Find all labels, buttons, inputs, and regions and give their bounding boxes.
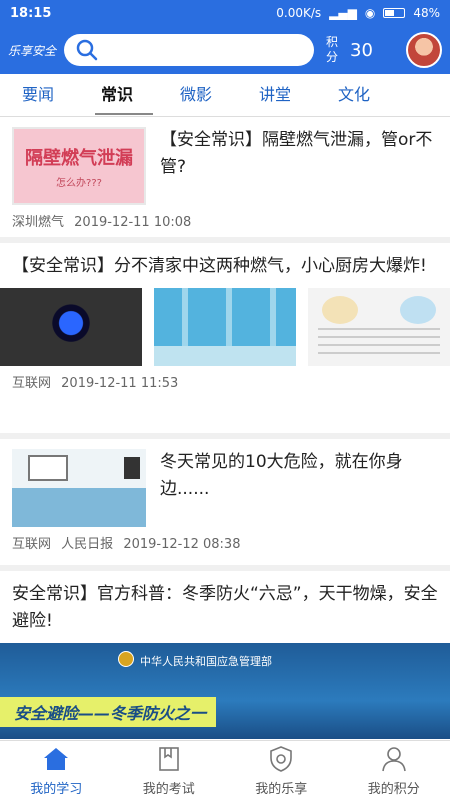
app-logo: 乐享安全 — [8, 43, 57, 58]
article-source-2: 人民日报 — [61, 537, 114, 552]
article-source: 互联网 — [12, 537, 52, 552]
banner-org: 中华人民共和国应急管理部 — [140, 655, 272, 668]
nav-label: 我的乐享 — [255, 782, 308, 797]
article-meta: 互联网 2019-12-11 11:53 — [12, 372, 438, 391]
article-title: 【安全常识】隔壁燃气泄漏，管or不管? — [160, 130, 433, 177]
battery-percent: 48% — [413, 6, 440, 20]
home-icon — [44, 748, 69, 770]
tab-knowledge[interactable]: 常识 — [95, 81, 180, 115]
nav-my-share[interactable]: 我的乐享 — [225, 741, 338, 800]
tab-micro-video[interactable]: 微影 — [180, 81, 259, 109]
gas-comparison-image — [308, 288, 450, 366]
bottom-nav: 我的学习 我的考试 我的乐享 我的积分 — [0, 740, 450, 800]
nav-my-exam[interactable]: 我的考试 — [113, 741, 226, 800]
points-label: 积分 — [326, 35, 339, 64]
article-time: 2019-12-11 10:08 — [74, 215, 192, 230]
article-thumbnail: 隔壁燃气泄漏 怎么办??? — [12, 127, 146, 205]
points-value: 30 — [350, 39, 373, 61]
search-bar[interactable] — [64, 34, 314, 66]
article-title: 冬天常见的10大危险，就在你身边...... — [160, 452, 403, 499]
emblem-icon — [118, 651, 134, 667]
article-banner: 中华人民共和国应急管理部 安全避险——冬季防火之一 — [0, 643, 450, 739]
article-time: 2019-12-11 11:53 — [61, 376, 179, 391]
network-speed: 0.00K/s — [276, 6, 322, 20]
battery-icon — [383, 8, 406, 18]
top-bar: 乐享安全 积分 30 — [0, 26, 450, 74]
article-time: 2019-12-12 08:38 — [123, 537, 241, 552]
nav-my-study[interactable]: 我的学习 — [0, 741, 113, 800]
gas-flame-image — [0, 288, 142, 366]
article-card[interactable]: 【安全常识】分不清家中这两种燃气，小心厨房大爆炸! 互联网 2019-12-11… — [0, 243, 450, 439]
article-card[interactable]: 隔壁燃气泄漏 怎么办??? 【安全常识】隔壁燃气泄漏，管or不管? 深圳燃气 2… — [0, 117, 450, 243]
status-time: 18:15 — [10, 5, 52, 21]
article-title: 【安全常识】分不清家中这两种燃气，小心厨房大爆炸! — [12, 256, 427, 276]
nav-label: 我的考试 — [142, 782, 195, 797]
article-source: 深圳燃气 — [12, 215, 65, 230]
tab-lecture[interactable]: 讲堂 — [259, 81, 338, 109]
shield-icon — [270, 746, 293, 772]
nav-my-points[interactable]: 我的积分 — [338, 741, 450, 800]
article-meta: 深圳燃气 2019-12-11 10:08 — [12, 211, 438, 230]
article-card[interactable]: 冬天常见的10大危险，就在你身边...... 互联网 人民日报 2019-12-… — [0, 439, 450, 571]
thumb-text: 隔壁燃气泄漏 — [25, 147, 133, 169]
user-icon — [381, 747, 406, 772]
article-source: 互联网 — [12, 376, 52, 391]
book-icon — [158, 747, 179, 771]
category-tabs: 要闻 常识 微影 讲堂 文化 — [0, 74, 450, 116]
nav-label: 我的积分 — [367, 782, 420, 797]
status-bar: 18:15 0.00K/s ▂▄▆ ◉ 48% — [0, 0, 450, 26]
nav-label: 我的学习 — [30, 782, 83, 797]
thumb-subtext: 怎么办??? — [56, 177, 102, 189]
tab-culture[interactable]: 文化 — [338, 81, 417, 109]
search-icon — [76, 39, 98, 61]
avatar[interactable] — [406, 32, 442, 68]
article-card[interactable]: 安全常识】官方科普：冬季防火“六忌”，天干物燥，安全避险! 中华人民共和国应急管… — [0, 571, 450, 739]
article-images — [0, 288, 450, 366]
article-thumbnail — [12, 449, 146, 527]
article-meta: 互联网 人民日报 2019-12-12 08:38 — [12, 533, 438, 552]
tab-news[interactable]: 要闻 — [22, 81, 101, 109]
banner-cta: 安全避险——冬季防火之一 — [0, 697, 217, 727]
article-title: 安全常识】官方科普：冬季防火“六忌”，天干物燥，安全避险! — [12, 584, 438, 631]
signal-icon: ▂▄▆ — [329, 6, 357, 20]
wifi-icon: ◉ — [364, 6, 376, 20]
gas-tanks-image — [154, 288, 296, 366]
article-feed: 隔壁燃气泄漏 怎么办??? 【安全常识】隔壁燃气泄漏，管or不管? 深圳燃气 2… — [0, 117, 450, 739]
